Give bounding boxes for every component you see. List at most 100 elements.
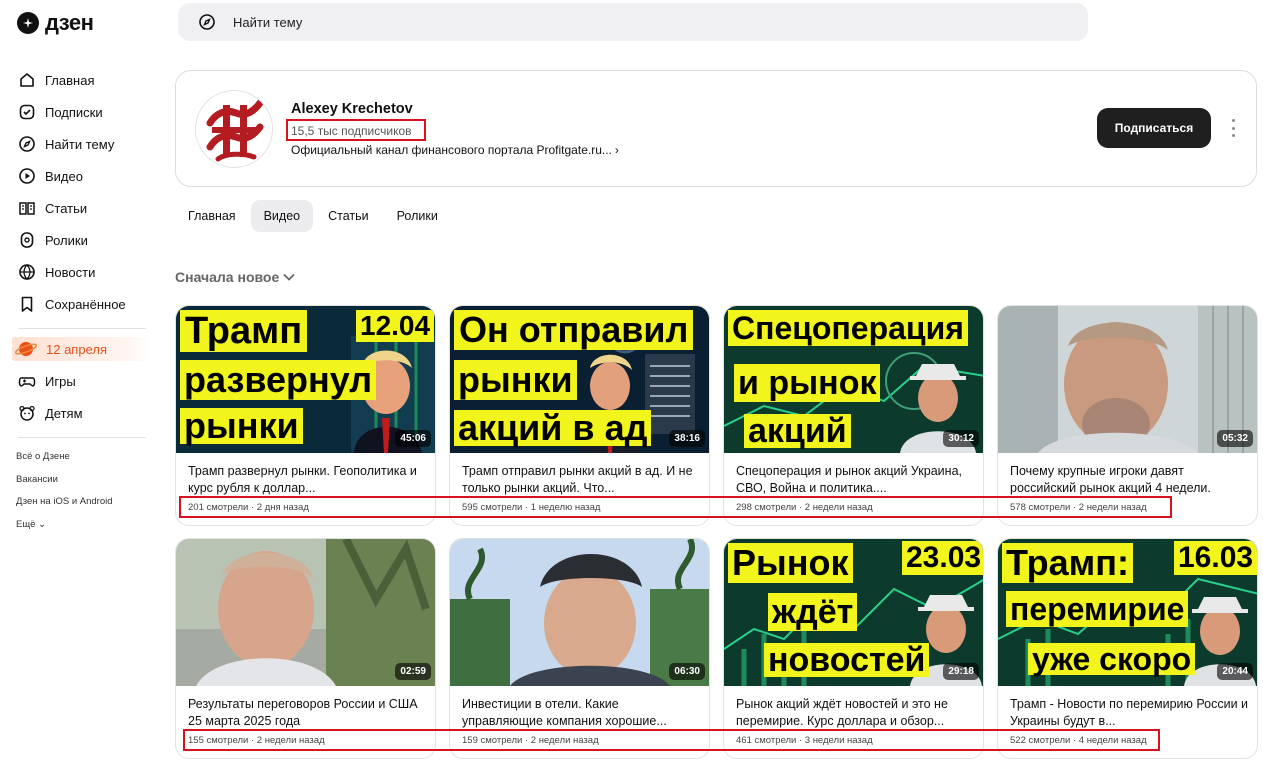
thumbnail-caption-line: перемирие	[1006, 591, 1189, 627]
footer-link-more[interactable]: Ещё ⌄	[16, 514, 165, 537]
video-thumbnail[interactable]: Он отправил рынки акций в ад 38:16	[450, 306, 709, 453]
chevron-down-icon: ⌄	[38, 518, 47, 530]
more-options-icon[interactable]	[1226, 119, 1240, 137]
sidebar-item-promo[interactable]: 12 апреля	[12, 337, 151, 361]
video-card[interactable]: Спецоперация и рынок акций 30:12 Спецопе…	[723, 305, 984, 526]
logo-text: дзен	[45, 10, 94, 35]
video-card[interactable]: 05:32 Почему крупные игроки давят россий…	[997, 305, 1258, 526]
tab-video[interactable]: Видео	[250, 200, 314, 232]
video-card[interactable]: Рынок ждёт новостей 23.03 29:18 Рынок ак…	[723, 538, 984, 759]
news-icon	[19, 264, 35, 280]
sidebar-item-saved[interactable]: Сохранённое	[0, 288, 165, 320]
video-card[interactable]: Он отправил рынки акций в ад 38:16 Трамп…	[449, 305, 710, 526]
gamepad-icon	[18, 377, 36, 387]
thumbnail-caption-line: Трамп:	[1002, 543, 1133, 583]
search-input[interactable]	[233, 14, 833, 30]
sidebar-item-label: Ролики	[45, 232, 88, 248]
shorts-icon	[20, 232, 34, 248]
video-thumbnail[interactable]: 06:30	[450, 539, 709, 686]
thumbnail-caption-line: развернул	[180, 360, 377, 400]
video-thumbnail[interactable]: 02:59	[176, 539, 435, 686]
sidebar-item-label: Видео	[45, 168, 83, 184]
video-title[interactable]: Трамп развернул рынки. Геополитика и кур…	[188, 463, 428, 497]
meta-highlight-box	[179, 496, 1172, 518]
channel-avatar[interactable]	[195, 90, 273, 168]
more-label: Ещё	[16, 518, 36, 530]
video-duration: 29:18	[943, 663, 979, 680]
sidebar-item-label: Главная	[45, 72, 95, 88]
sidebar-item-kids[interactable]: Детям	[0, 397, 165, 429]
video-title[interactable]: Спецоперация и рынок акций Украина, СВО,…	[736, 463, 976, 497]
tab-shorts[interactable]: Ролики	[384, 200, 451, 232]
footer-link-about[interactable]: Всё о Дзене	[16, 446, 165, 469]
home-icon	[20, 73, 34, 87]
video-duration: 20:44	[1217, 663, 1253, 680]
video-title[interactable]: Результаты переговоров России и США 25 м…	[188, 696, 428, 730]
thumbnail-caption-line: рынки	[454, 360, 577, 400]
thumbnail-date-tag: 23.03	[902, 541, 983, 575]
tab-home[interactable]: Главная	[175, 200, 249, 232]
sidebar-item-label: Новости	[45, 264, 96, 280]
thumbnail-caption-line: новостей	[764, 643, 930, 677]
video-duration: 38:16	[669, 430, 705, 447]
video-card[interactable]: 02:59 Результаты переговоров России и СШ…	[175, 538, 436, 759]
video-icon	[19, 168, 35, 184]
thumbnail-date-tag: 16.03	[1174, 541, 1257, 575]
video-thumbnail[interactable]: Рынок ждёт новостей 23.03 29:18	[724, 539, 983, 686]
video-card[interactable]: Трамп: перемирие уже скоро 16.03 20:44 Т…	[997, 538, 1258, 759]
sidebar-divider	[18, 328, 146, 329]
sidebar-item-label: Статьи	[45, 200, 88, 216]
thumbnail-caption-line: уже скоро	[1028, 643, 1196, 675]
channel-logo-icon	[196, 91, 272, 167]
sidebar-item-games[interactable]: Игры	[0, 365, 165, 397]
sidebar-item-label: Найти тему	[45, 136, 115, 152]
subscribe-button[interactable]: Подписаться	[1097, 108, 1211, 148]
video-duration: 45:06	[395, 430, 431, 447]
sidebar-item-video[interactable]: Видео	[0, 160, 165, 192]
subscriptions-icon	[19, 104, 35, 120]
video-duration: 30:12	[943, 430, 979, 447]
footer-link-jobs[interactable]: Вакансии	[16, 469, 165, 492]
video-thumbnail[interactable]: 05:32	[998, 306, 1257, 453]
video-title[interactable]: Почему крупные игроки давят российский р…	[1010, 463, 1250, 497]
zen-logo[interactable]: дзен	[17, 10, 94, 36]
sort-dropdown[interactable]: Сначала новое	[175, 269, 295, 285]
channel-header: Alexey Krechetov 15,5 тыс подписчиков Оф…	[175, 70, 1257, 187]
video-title[interactable]: Трамп отправил рынки акций в ад. И не то…	[462, 463, 702, 497]
search-bar[interactable]	[178, 3, 1088, 41]
sidebar-item-subscriptions[interactable]: Подписки	[0, 96, 165, 128]
bookmark-icon	[21, 296, 33, 312]
video-duration: 05:32	[1217, 430, 1253, 447]
sidebar-item-shorts[interactable]: Ролики	[0, 224, 165, 256]
video-title[interactable]: Рынок акций ждёт новостей и это не перем…	[736, 696, 976, 730]
tab-articles[interactable]: Статьи	[315, 200, 382, 232]
video-card[interactable]: 06:30 Инвестиции в отели. Какие управляю…	[449, 538, 710, 759]
thumbnail-caption-line: акций в ад	[454, 410, 652, 446]
footer-link-apps[interactable]: Дзен на iOS и Android	[16, 491, 165, 514]
sidebar-item-articles[interactable]: Статьи	[0, 192, 165, 224]
thumbnail-caption-line: акций	[744, 414, 851, 448]
video-duration: 02:59	[395, 663, 431, 680]
planet-icon	[14, 342, 38, 356]
chevron-down-icon	[283, 273, 295, 281]
video-thumbnail[interactable]: Трамп: перемирие уже скоро 16.03 20:44	[998, 539, 1257, 686]
meta-highlight-box	[183, 729, 1160, 751]
sidebar-item-label: Сохранённое	[45, 296, 126, 312]
sidebar-item-news[interactable]: Новости	[0, 256, 165, 288]
video-thumbnail[interactable]: Спецоперация и рынок акций 30:12	[724, 306, 983, 453]
video-title[interactable]: Трамп - Новости по перемирию России и Ук…	[1010, 696, 1250, 730]
sidebar: Главная Подписки Найти тему Видео Статьи…	[0, 64, 165, 536]
sidebar-item-home[interactable]: Главная	[0, 64, 165, 96]
thumbnail-caption-line: Спецоперация	[728, 310, 968, 346]
video-title[interactable]: Инвестиции в отели. Какие управляющие ко…	[462, 696, 702, 730]
sidebar-item-label: Подписки	[45, 104, 103, 120]
compass-search-icon	[199, 14, 215, 30]
chevron-right-icon: ›	[614, 143, 619, 157]
channel-name: Alexey Krechetov	[291, 101, 413, 117]
channel-description[interactable]: Официальный канал финансового портала Pr…	[291, 143, 619, 157]
video-card[interactable]: Трамп развернул рынки 12.04 45:06 Трамп …	[175, 305, 436, 526]
video-thumbnail[interactable]: Трамп развернул рынки 12.04 45:06	[176, 306, 435, 453]
thumbnail-caption-line: Рынок	[728, 543, 853, 583]
sidebar-item-find-topic[interactable]: Найти тему	[0, 128, 165, 160]
compass-icon	[19, 136, 35, 152]
